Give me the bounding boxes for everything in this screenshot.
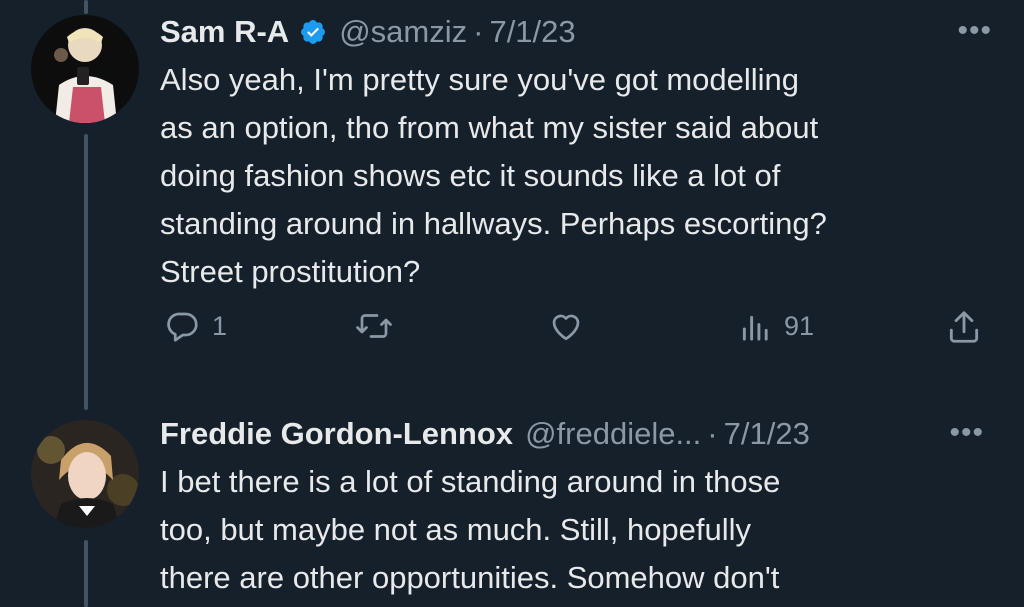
reply-button[interactable]: 1: [164, 308, 227, 344]
views-button[interactable]: 91: [740, 308, 814, 344]
tweet-text-line: standing around in hallways. Perhaps esc…: [160, 206, 827, 241]
thread-connector-bottom: [84, 540, 88, 607]
tweet-date[interactable]: 7/1/23: [489, 14, 575, 50]
tweet-date[interactable]: 7/1/23: [724, 416, 810, 452]
tweet-text-line: I bet there is a lot of standing around …: [160, 464, 781, 499]
tweet-text-line: as an option, tho from what my sister sa…: [160, 110, 819, 145]
more-icon[interactable]: •••: [949, 418, 984, 448]
tweet-text-line: doing fashion shows etc it sounds like a…: [160, 158, 781, 193]
display-name[interactable]: Sam R-A: [160, 14, 289, 50]
tweet[interactable]: Freddie Gordon-Lennox @freddiele... · 7/…: [160, 414, 996, 602]
verified-badge-icon: [299, 18, 327, 46]
tweet[interactable]: Sam R-A @samziz · 7/1/23 ••• Also yeah, …: [160, 12, 996, 296]
tweet-text-line: too, but maybe not as much. Still, hopef…: [160, 512, 752, 547]
tweet-text-line: Also yeah, I'm pretty sure you've got mo…: [160, 62, 800, 97]
like-button[interactable]: [548, 308, 584, 344]
tweet-text-line: Street prostitution?: [160, 254, 421, 289]
tweet-text-line: there are other opportunities. Somehow d…: [160, 560, 780, 595]
views-icon: [742, 315, 768, 341]
reply-count: 1: [212, 310, 228, 341]
share-icon: [949, 311, 979, 343]
retweet-icon: [356, 314, 392, 338]
avatar[interactable]: [31, 15, 139, 123]
tweet-text: I bet there is a lot of standing around …: [160, 458, 996, 602]
user-handle[interactable]: @freddiele...: [525, 416, 701, 452]
tweet-text: Also yeah, I'm pretty sure you've got mo…: [160, 56, 996, 296]
retweet-button[interactable]: [354, 308, 394, 344]
thread-connector: [84, 134, 88, 410]
separator-dot: ·: [707, 416, 718, 451]
tweet-actions: 1 91: [160, 308, 996, 356]
more-icon[interactable]: •••: [957, 16, 992, 46]
separator-dot: ·: [473, 14, 484, 49]
display-name[interactable]: Freddie Gordon-Lennox: [160, 416, 513, 452]
views-count: 91: [784, 310, 815, 341]
like-icon: [552, 314, 580, 341]
tweet-header: Sam R-A @samziz · 7/1/23: [160, 12, 996, 52]
avatar[interactable]: [31, 420, 139, 528]
share-button[interactable]: [944, 308, 984, 346]
tweet-thread: Sam R-A @samziz · 7/1/23 ••• Also yeah, …: [0, 0, 1024, 607]
thread-connector-top: [84, 0, 88, 14]
reply-icon: [167, 312, 198, 342]
tweet-header: Freddie Gordon-Lennox @freddiele... · 7/…: [160, 414, 996, 454]
user-handle[interactable]: @samziz: [339, 14, 467, 50]
